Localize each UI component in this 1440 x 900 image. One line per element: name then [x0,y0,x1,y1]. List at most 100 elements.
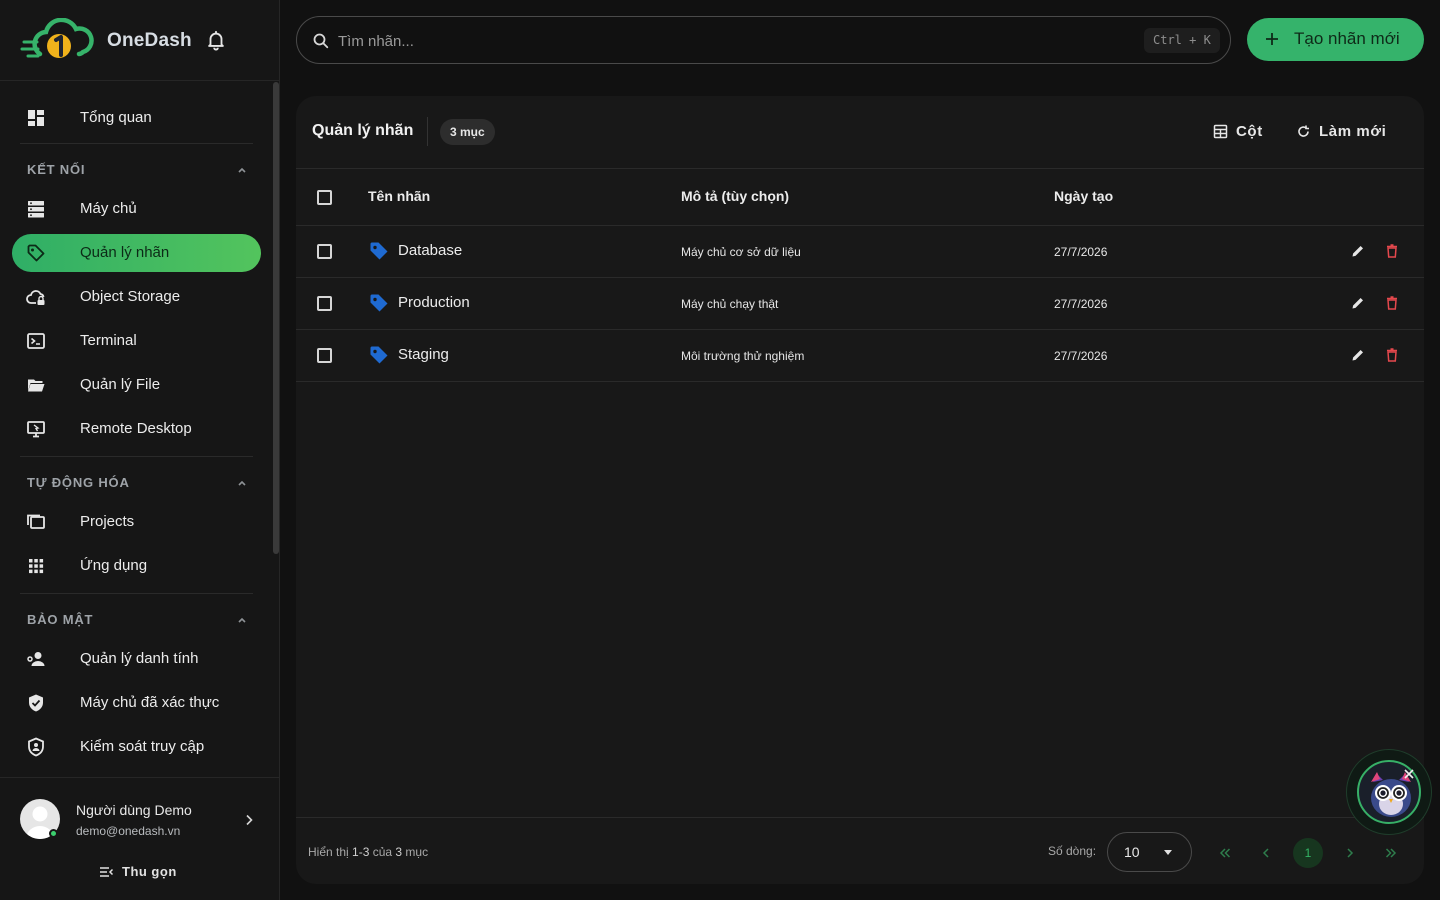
select-all-checkbox[interactable] [317,190,332,205]
tag-created-date: 27/7/2026 [1054,297,1108,311]
collapse-label: Thu gọn [122,864,177,879]
tag-description: Môi trường thử nghiệm [681,349,805,363]
table-row[interactable]: Production Máy chủ chạy thật 27/7/2026 [296,278,1424,330]
access-control-icon [28,737,44,757]
sidebar-item-overview[interactable]: Tổng quan [12,99,261,137]
remote-desktop-icon [27,421,45,438]
sidebar-item-object-storage[interactable]: Object Storage [12,278,261,316]
folder-open-icon [28,379,45,392]
chevron-up-icon[interactable] [235,613,249,627]
sidebar-item-label: Máy chủ [80,200,137,217]
divider [427,117,428,146]
collapse-sidebar-button[interactable]: Thu gọn [98,862,218,882]
tag-icon [370,242,388,260]
trash-icon[interactable] [1384,347,1400,363]
sidebar-item-identity[interactable]: Quản lý danh tính [12,640,261,678]
column-header-description[interactable]: Mô tả (tùy chọn) [681,188,789,204]
cloud-lock-icon [26,290,45,305]
chevron-left-icon [1262,848,1269,858]
chevron-double-left-icon [1219,848,1231,858]
search-bar[interactable]: Ctrl + K [296,16,1231,64]
sidebar-item-apps[interactable]: Ứng dụng [12,547,261,585]
sidebar-item-label: Quản lý File [80,376,161,393]
previous-page-button[interactable] [1251,838,1281,868]
brand-header: OneDash [0,0,279,81]
identity-icon [27,652,45,666]
tag-description: Máy chủ cơ sở dữ liệu [681,245,801,259]
chevron-right-icon[interactable] [241,812,257,828]
sidebar-scrollbar[interactable] [273,82,279,554]
sidebar-item-remote-desktop[interactable]: Remote Desktop [12,410,261,448]
columns-label: Cột [1236,123,1263,140]
sidebar: OneDash Tổng quan KẾT NỐI Máy chủ Quản l… [0,0,280,900]
sidebar-item-servers[interactable]: Máy chủ [12,190,261,228]
column-header-created[interactable]: Ngày tạo [1054,188,1113,204]
user-profile[interactable]: Người dùng Demo demo@onedash.vn Thu gọn [0,777,279,900]
row-checkbox[interactable] [317,296,332,311]
tag-description: Máy chủ chạy thật [681,297,779,311]
rows-per-page-label: Số dòng: [1048,844,1097,858]
sidebar-item-label: Kiểm soát truy cập [80,738,205,755]
sidebar-item-label: Quản lý danh tính [80,650,199,667]
terminal-icon [27,333,45,349]
rows-per-page-select[interactable]: 10 [1107,832,1192,872]
page-title: Quản lý nhãn [312,122,414,139]
sidebar-item-file-manager[interactable]: Quản lý File [12,366,261,404]
chevron-double-right-icon [1385,848,1397,858]
online-status-dot [49,829,58,838]
sidebar-nav: Tổng quan KẾT NỐI Máy chủ Quản lý nhãn O… [0,81,270,776]
section-title-security: BẢO MẬT [27,612,94,627]
chevron-up-icon[interactable] [235,476,249,490]
tag-icon [27,244,45,262]
edit-icon[interactable] [1350,243,1366,259]
row-checkbox[interactable] [317,244,332,259]
sidebar-item-tag-management[interactable]: Quản lý nhãn [12,234,261,272]
column-header-name[interactable]: Tên nhãn [368,188,430,204]
chevron-up-icon[interactable] [235,163,249,177]
page-number-button[interactable]: 1 [1293,838,1323,868]
table-row[interactable]: Database Máy chủ cơ sở dữ liệu 27/7/2026 [296,226,1424,278]
sidebar-item-verified-servers[interactable]: Máy chủ đã xác thực [12,684,261,722]
collapse-menu-icon [100,867,114,877]
caret-down-icon [1164,850,1172,855]
count-badge: 3 mục [440,119,495,145]
trash-icon[interactable] [1384,243,1400,259]
create-tag-button[interactable]: Tạo nhãn mới [1247,18,1424,61]
sidebar-item-label: Máy chủ đã xác thực [80,694,220,711]
divider [20,593,253,594]
app-name: OneDash [107,30,192,51]
row-checkbox[interactable] [317,348,332,363]
close-icon[interactable] [1402,767,1416,781]
dashboard-icon [28,110,44,126]
columns-button[interactable]: Cột [1213,120,1273,144]
trash-icon[interactable] [1384,295,1400,311]
info-suffix: mục [402,845,429,859]
user-name: Người dùng Demo [76,802,192,818]
projects-icon [27,514,45,529]
first-page-button[interactable] [1210,838,1240,868]
plus-icon [1266,33,1278,45]
user-email: demo@onedash.vn [76,824,181,838]
create-tag-label: Tạo nhãn mới [1294,29,1400,48]
sidebar-item-terminal[interactable]: Terminal [12,322,261,360]
onedash-logo[interactable] [20,18,94,64]
last-page-button[interactable] [1376,838,1406,868]
sidebar-item-label: Ứng dụng [80,557,148,574]
table-footer: Hiển thị 1-3 của 3 mục Số dòng: 10 1 [296,817,1424,884]
table-row[interactable]: Staging Môi trường thử nghiệm 27/7/2026 [296,330,1424,382]
tag-created-date: 27/7/2026 [1054,349,1108,363]
server-icon [28,201,44,218]
edit-icon[interactable] [1350,295,1366,311]
bell-icon[interactable] [205,29,227,51]
search-input[interactable] [338,29,1118,53]
section-title-connect: KẾT NỐI [27,162,86,177]
sidebar-item-projects[interactable]: Projects [12,503,261,541]
sidebar-item-access-control[interactable]: Kiểm soát truy cập [12,728,261,766]
edit-icon[interactable] [1350,347,1366,363]
sidebar-item-label: Terminal [80,332,137,349]
shield-check-icon [29,694,43,712]
next-page-button[interactable] [1335,838,1365,868]
assistant-widget[interactable] [1346,749,1432,835]
sidebar-item-label: Quản lý nhãn [80,244,170,261]
refresh-button[interactable]: Làm mới [1296,120,1396,144]
